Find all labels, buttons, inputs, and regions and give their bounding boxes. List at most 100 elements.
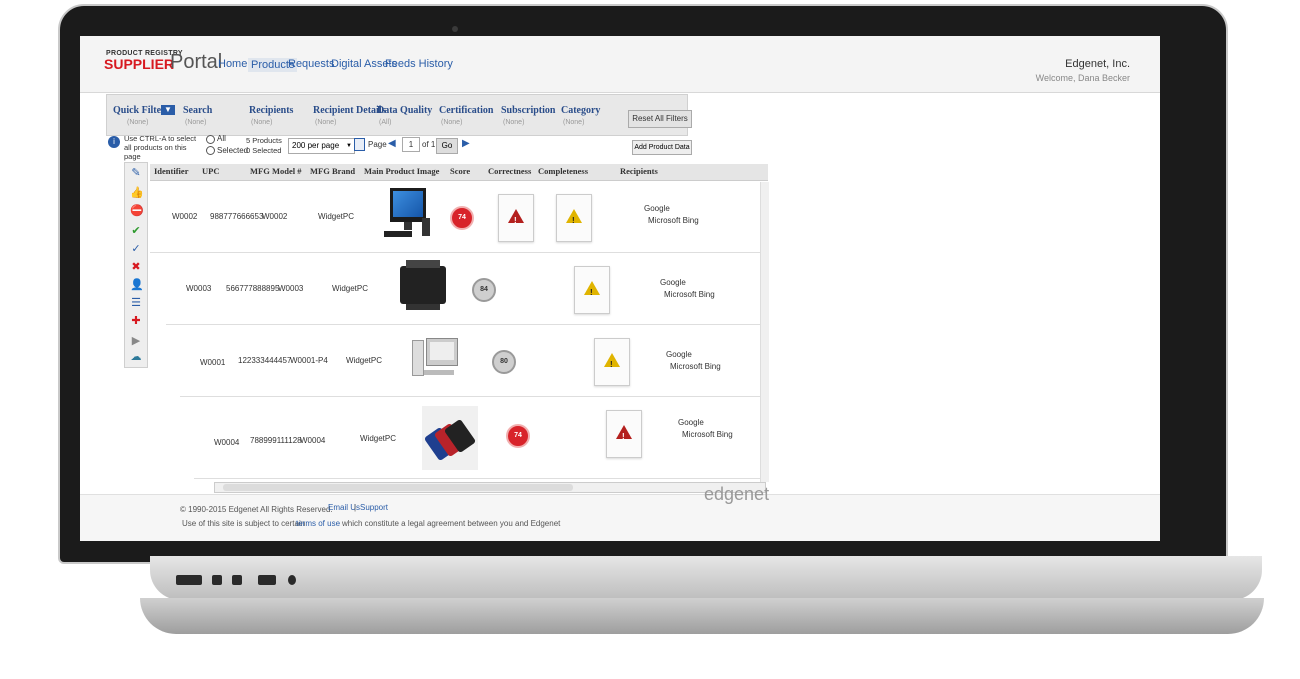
col-score[interactable]: Score bbox=[450, 166, 470, 176]
prev-page-icon[interactable]: ◀ bbox=[388, 138, 396, 149]
table-row[interactable]: W0001 122333444457 W0001-P4 WidgetPC 80 … bbox=[180, 326, 760, 397]
warning-mark: ! bbox=[514, 216, 517, 225]
warning-mark: ! bbox=[572, 216, 575, 225]
cell-upc: 566777888895 bbox=[226, 284, 280, 293]
filter-data-quality[interactable]: Data Quality bbox=[377, 105, 432, 116]
completeness-card[interactable]: ! bbox=[594, 338, 630, 386]
cell-identifier: W0004 bbox=[214, 438, 240, 447]
terms-link[interactable]: terms of use bbox=[296, 519, 340, 528]
filter-bar: Quick Filter: ▼ (None) Search (None) Rec… bbox=[106, 94, 688, 136]
reject-icon[interactable]: ✖ bbox=[130, 261, 142, 273]
product-image-printer[interactable] bbox=[398, 260, 448, 316]
action-toolbar: ✎ 👍 ⛔ ✔ ✓ ✖ 👤 ☰ ✚ ▶ ☁ bbox=[124, 162, 148, 368]
support-link[interactable]: Support bbox=[360, 503, 388, 512]
edit-icon[interactable]: ✎ bbox=[130, 167, 142, 179]
filter-certification[interactable]: Certification bbox=[439, 105, 493, 116]
nav-requests[interactable]: Requests bbox=[288, 58, 334, 70]
col-main-image[interactable]: Main Product Image bbox=[364, 166, 439, 176]
product-image-computer[interactable] bbox=[412, 334, 462, 390]
cell-model: W0002 bbox=[262, 212, 288, 221]
cloud-icon[interactable]: ☁ bbox=[130, 351, 142, 363]
page-input[interactable]: 1 bbox=[402, 137, 420, 152]
monitor-screen bbox=[430, 342, 454, 360]
recipient-item: Microsoft Bing bbox=[648, 216, 699, 225]
monitor-frame bbox=[426, 338, 458, 366]
cell-brand: WidgetPC bbox=[346, 356, 383, 365]
recipient-item: Microsoft Bing bbox=[664, 290, 715, 299]
cell-brand: WidgetPC bbox=[360, 434, 397, 443]
export-icon[interactable]: ▶ bbox=[130, 335, 142, 347]
next-page-icon[interactable]: ▶ bbox=[462, 138, 470, 149]
product-image-desktop[interactable] bbox=[382, 188, 432, 244]
col-completeness[interactable]: Completeness bbox=[538, 166, 588, 176]
filter-recipient-details[interactable]: Recipient Details bbox=[313, 105, 386, 116]
completeness-card[interactable]: ! bbox=[574, 266, 610, 314]
radio-all[interactable] bbox=[206, 135, 215, 144]
score-badge: 80 bbox=[492, 350, 516, 374]
filter-certification-value: (None) bbox=[441, 119, 463, 126]
score-badge: 74 bbox=[506, 424, 530, 448]
approve-icon[interactable]: ✓ bbox=[130, 243, 142, 255]
col-correctness[interactable]: Correctness bbox=[488, 166, 531, 176]
col-mfg-model[interactable]: MFG Model # bbox=[250, 166, 301, 176]
filter-subscription[interactable]: Subscription bbox=[501, 105, 555, 116]
cell-upc: 988777666653 bbox=[210, 212, 264, 221]
reset-all-filters-button[interactable]: Reset All Filters bbox=[628, 110, 692, 128]
go-button[interactable]: Go bbox=[436, 138, 458, 154]
radio-selected[interactable] bbox=[206, 146, 215, 155]
header: PRODUCT REGISTRY SUPPLIER Portal Home Pr… bbox=[80, 36, 1160, 93]
completeness-card[interactable]: ! bbox=[556, 194, 592, 242]
cell-identifier: W0001 bbox=[200, 358, 226, 367]
col-upc[interactable]: UPC bbox=[202, 166, 219, 176]
logo-supplier: SUPPLIER bbox=[104, 56, 175, 72]
check-icon[interactable]: ✔ bbox=[130, 225, 142, 237]
page-icon bbox=[354, 138, 365, 151]
filter-recipients-value: (None) bbox=[251, 119, 273, 126]
col-mfg-brand[interactable]: MFG Brand bbox=[310, 166, 355, 176]
speaker bbox=[422, 218, 430, 236]
table-row[interactable]: W0003 566777888895 W0003 WidgetPC 84 ! G… bbox=[166, 254, 760, 325]
cell-model: W0003 bbox=[278, 284, 304, 293]
delete-icon[interactable]: ✚ bbox=[130, 315, 142, 327]
nav-feeds-history[interactable]: Feeds History bbox=[385, 58, 453, 70]
quick-filter-dropdown-icon[interactable]: ▼ bbox=[161, 105, 175, 115]
recipient-item: Microsoft Bing bbox=[670, 362, 721, 371]
table-row[interactable]: W0004 788999111128 W0004 WidgetPC 74 ! G… bbox=[194, 398, 760, 479]
recipient-item: Google bbox=[660, 278, 686, 287]
cell-model: W0004 bbox=[300, 436, 326, 445]
per-page-select[interactable]: 200 per page ▼ bbox=[288, 138, 355, 154]
add-product-data-button[interactable]: Add Product Data bbox=[632, 140, 692, 155]
logo-portal: Portal bbox=[170, 51, 223, 73]
tower bbox=[412, 340, 424, 376]
recipient-item: Google bbox=[678, 418, 704, 427]
user-icon[interactable]: 👤 bbox=[130, 279, 144, 291]
table-header: Identifier UPC MFG Model # MFG Brand Mai… bbox=[150, 164, 768, 181]
col-identifier[interactable]: Identifier bbox=[154, 166, 188, 176]
product-image-hard-drives[interactable] bbox=[422, 406, 478, 470]
keyboard bbox=[384, 231, 412, 237]
block-icon[interactable]: ⛔ bbox=[130, 205, 144, 217]
quick-filter-value: (None) bbox=[127, 119, 149, 126]
completeness-card[interactable]: ! bbox=[606, 410, 642, 458]
printer-tray bbox=[406, 304, 440, 310]
filter-search[interactable]: Search bbox=[183, 105, 212, 116]
thumbs-up-icon[interactable]: 👍 bbox=[130, 187, 144, 199]
horizontal-scroll-thumb[interactable] bbox=[223, 484, 573, 491]
filter-category[interactable]: Category bbox=[561, 105, 600, 116]
horizontal-scrollbar[interactable] bbox=[214, 482, 766, 493]
filter-recipients[interactable]: Recipients bbox=[249, 105, 293, 116]
col-recipients[interactable]: Recipients bbox=[620, 166, 658, 176]
nav-home[interactable]: Home bbox=[218, 58, 247, 70]
filter-search-value: (None) bbox=[185, 119, 207, 126]
correctness-card[interactable]: ! bbox=[498, 194, 534, 242]
table-row[interactable]: W0002 988777666653 W0002 WidgetPC 74 ! !… bbox=[150, 182, 760, 253]
cell-model: W0001-P4 bbox=[290, 356, 328, 365]
company-name: Edgenet, Inc. bbox=[1065, 58, 1130, 70]
vertical-scrollbar[interactable] bbox=[760, 182, 769, 482]
per-page-value: 200 per page bbox=[292, 141, 340, 150]
keyboard bbox=[424, 370, 454, 375]
screen: PRODUCT REGISTRY SUPPLIER Portal Home Pr… bbox=[80, 36, 1160, 541]
filter-subscription-value: (None) bbox=[503, 119, 525, 126]
list-add-icon[interactable]: ☰ bbox=[130, 297, 142, 309]
filter-category-value: (None) bbox=[563, 119, 585, 126]
